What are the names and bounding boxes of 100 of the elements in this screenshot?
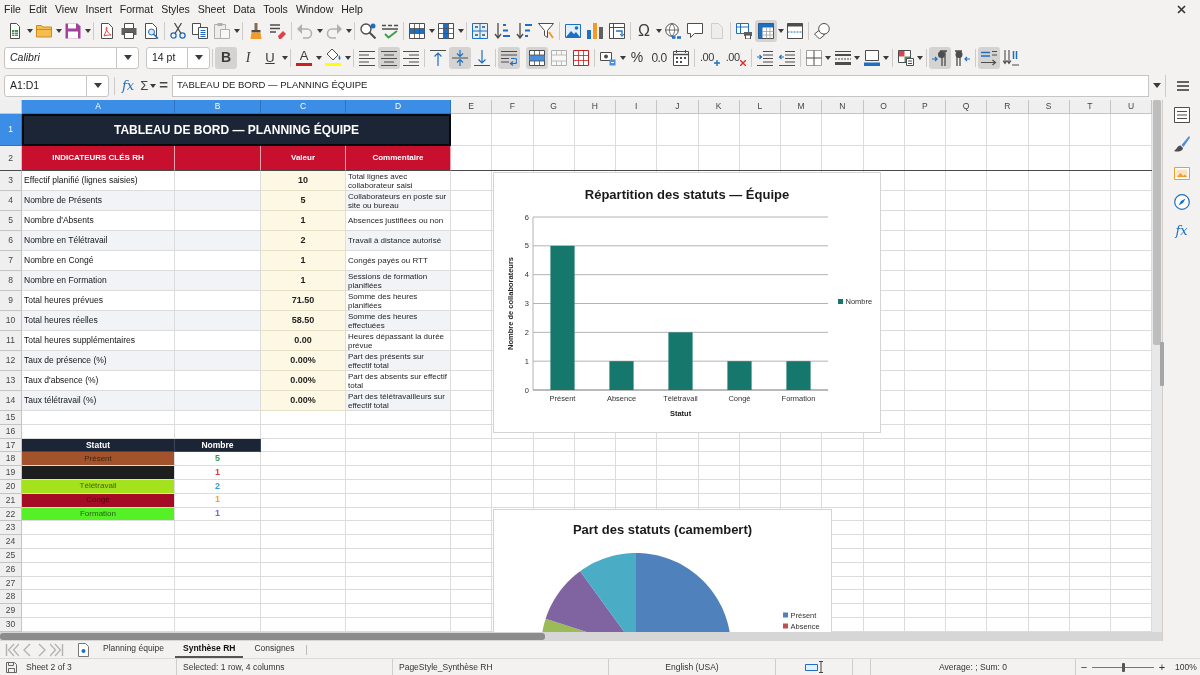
rectangle-cursor-icon[interactable] — [804, 661, 824, 673]
delete-decimal-button[interactable]: .00 — [722, 46, 749, 69]
column-header[interactable]: G — [533, 100, 575, 114]
column-header[interactable]: Q — [946, 100, 988, 114]
zoom-out-button[interactable]: − — [1079, 661, 1089, 673]
floppy-disk-icon[interactable] — [6, 661, 17, 673]
row-header[interactable]: 3 — [0, 171, 22, 191]
column-header[interactable]: P — [904, 100, 946, 114]
zoom-in-button[interactable]: + — [1157, 661, 1167, 673]
caret-icon[interactable] — [777, 29, 784, 33]
menu-item[interactable]: Help — [341, 0, 363, 18]
function-wizard-button[interactable]: fx — [120, 74, 137, 97]
column-header[interactable]: K — [698, 100, 740, 114]
name-box[interactable]: A1:D1 — [4, 74, 109, 97]
language[interactable]: English (USA) — [665, 660, 719, 674]
caret-icon[interactable] — [344, 55, 351, 60]
scrollbar-thumb[interactable] — [0, 633, 545, 640]
row-header[interactable]: 18 — [0, 452, 22, 467]
italic-button[interactable]: I — [237, 46, 259, 69]
add-decimal-button[interactable]: .00 — [697, 46, 723, 69]
caret-icon[interactable] — [84, 29, 91, 33]
functions-button[interactable]: fx — [1175, 223, 1188, 239]
caret-icon[interactable] — [655, 29, 662, 33]
page-style[interactable]: PageStyle_Synthèse RH — [399, 660, 493, 674]
column-header[interactable]: R — [987, 100, 1029, 114]
slider-thumb[interactable] — [1121, 662, 1125, 672]
column-header[interactable]: J — [657, 100, 699, 114]
paint-bucket-icon[interactable] — [325, 49, 341, 61]
formula-input-field[interactable]: TABLEAU DE BORD — PLANNING ÉQUIPE — [171, 74, 1149, 97]
caret-icon[interactable] — [315, 55, 322, 60]
column-header[interactable]: U — [1111, 100, 1152, 114]
caret-icon[interactable] — [93, 83, 102, 88]
menu-item[interactable]: View — [55, 0, 78, 18]
caret-icon[interactable] — [149, 83, 156, 88]
row-header[interactable]: 2 — [0, 146, 22, 171]
number-format-button[interactable]: 0.0 — [648, 46, 670, 69]
zoom-slider[interactable] — [1092, 662, 1154, 672]
row-header[interactable]: 23 — [0, 521, 22, 536]
caret-icon[interactable] — [428, 29, 435, 33]
caret-icon[interactable] — [457, 29, 464, 33]
column-header[interactable]: L — [739, 100, 781, 114]
column-header[interactable]: O — [863, 100, 905, 114]
caret-icon[interactable] — [1153, 83, 1161, 88]
scrollbar-thumb[interactable] — [1153, 100, 1161, 345]
caret-icon[interactable] — [854, 55, 861, 60]
special-character-button[interactable]: Ω — [633, 20, 655, 42]
row-header[interactable]: 7 — [0, 251, 22, 271]
caret-icon[interactable] — [316, 29, 323, 33]
menu-item[interactable]: Sheet — [197, 0, 226, 18]
caret-icon[interactable] — [233, 29, 240, 33]
plus-icon[interactable] — [713, 59, 720, 66]
caret-icon[interactable] — [194, 55, 203, 60]
row-header[interactable]: 12 — [0, 351, 22, 371]
menu-item[interactable]: Tools — [263, 0, 288, 18]
percent-format-button[interactable]: % — [626, 46, 648, 69]
caret-icon[interactable] — [26, 29, 33, 33]
sheet-tab[interactable]: Planning équipe — [95, 641, 172, 658]
column-header[interactable]: T — [1069, 100, 1111, 114]
row-header[interactable]: 4 — [0, 191, 22, 211]
column-header[interactable]: F — [492, 100, 534, 114]
column-header[interactable]: M — [781, 100, 823, 114]
sheet-tab[interactable]: Consignes — [246, 641, 303, 658]
properties-icon[interactable] — [1173, 107, 1190, 123]
caret-icon[interactable] — [883, 55, 890, 60]
column-header[interactable]: S — [1028, 100, 1070, 114]
menu-item[interactable]: Format — [119, 0, 154, 18]
column-header[interactable]: E — [451, 100, 493, 114]
underline-button[interactable]: U — [259, 46, 281, 69]
row-header[interactable]: 6 — [0, 231, 22, 251]
sidebar-handle[interactable] — [1160, 342, 1164, 386]
caret-icon[interactable] — [123, 55, 132, 60]
menu-item[interactable]: Edit — [28, 0, 47, 18]
menu-item[interactable]: File — [4, 0, 21, 18]
caret-icon[interactable] — [917, 55, 924, 60]
menu-icon[interactable] — [1177, 80, 1189, 91]
zoom-level[interactable]: 100% — [1175, 660, 1197, 674]
new-sheet-icon[interactable] — [77, 642, 90, 657]
highlight-button[interactable] — [322, 46, 344, 69]
caret-icon[interactable] — [345, 29, 352, 33]
row-header[interactable]: 13 — [0, 371, 22, 391]
row-header[interactable]: 29 — [0, 604, 22, 618]
font-name-combobox[interactable]: Calibri — [4, 46, 139, 69]
formula-button[interactable]: = — [156, 74, 171, 97]
menu-item[interactable]: Data — [233, 0, 256, 18]
caret-icon[interactable] — [825, 55, 832, 60]
menu-item[interactable]: Styles — [161, 0, 190, 18]
column-header[interactable]: H — [574, 100, 616, 114]
font-color-button[interactable]: A — [293, 46, 315, 69]
close-icon[interactable] — [1177, 4, 1186, 14]
color-bar-icon[interactable] — [296, 63, 312, 66]
bold-button[interactable]: B — [215, 46, 237, 69]
row-header[interactable]: 9 — [0, 291, 22, 311]
column-header[interactable]: I — [616, 100, 658, 114]
compass-icon[interactable] — [1173, 194, 1190, 210]
row-header[interactable]: 19 — [0, 466, 22, 480]
menu-item[interactable]: Insert — [85, 0, 112, 18]
caret-icon[interactable] — [619, 55, 626, 60]
row-header[interactable]: 8 — [0, 271, 22, 291]
column-header[interactable]: N — [822, 100, 864, 114]
caret-icon[interactable] — [281, 55, 288, 60]
